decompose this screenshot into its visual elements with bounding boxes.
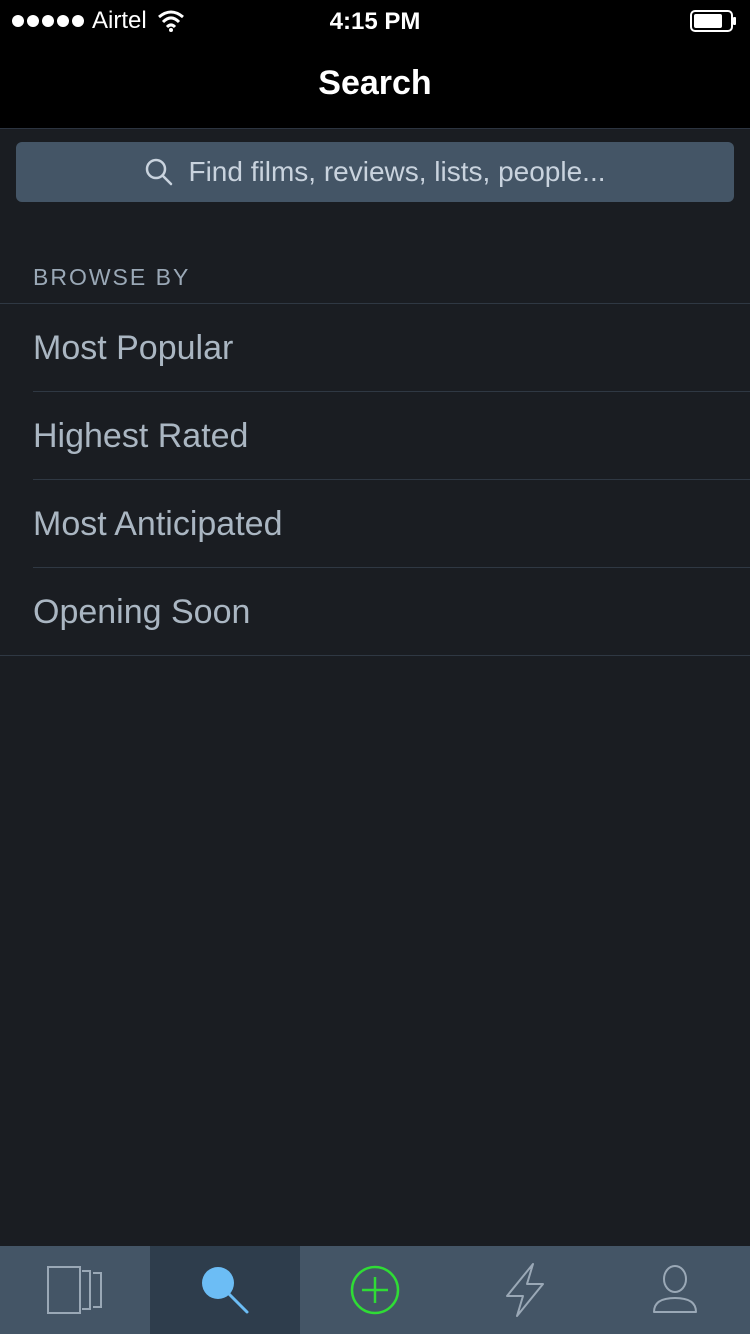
browse-item-opening-soon[interactable]: Opening Soon: [33, 568, 750, 656]
status-bar: Airtel 4:15 PM: [0, 0, 750, 40]
browse-item-most-anticipated[interactable]: Most Anticipated: [33, 480, 750, 568]
browse-item-highest-rated[interactable]: Highest Rated: [33, 392, 750, 480]
browse-item-label: Most Popular: [33, 328, 234, 367]
search-icon: [202, 1267, 249, 1314]
tab-profile[interactable]: [600, 1246, 750, 1334]
add-icon: [350, 1265, 400, 1315]
browse-item-label: Opening Soon: [33, 592, 251, 631]
tab-bar: [0, 1246, 750, 1334]
profile-icon: [653, 1265, 697, 1313]
search-placeholder: Find films, reviews, lists, people...: [188, 156, 606, 187]
battery-icon: [690, 10, 736, 32]
divider: [0, 655, 750, 656]
status-time: 4:15 PM: [329, 8, 421, 35]
page-title: Search: [318, 64, 432, 102]
browse-item-label: Most Anticipated: [33, 504, 283, 543]
browse-item-most-popular[interactable]: Most Popular: [33, 304, 750, 392]
tab-search[interactable]: [150, 1246, 300, 1334]
tab-activity[interactable]: [450, 1246, 600, 1334]
search-input[interactable]: Find films, reviews, lists, people...: [16, 142, 734, 202]
tab-films[interactable]: [0, 1246, 150, 1334]
films-icon: [47, 1266, 102, 1314]
nav-bar: Search: [0, 40, 750, 129]
tab-add[interactable]: [300, 1246, 450, 1334]
browse-item-label: Highest Rated: [33, 416, 249, 455]
browse-section-header: BROWSE BY: [33, 264, 191, 290]
activity-icon: [506, 1263, 544, 1317]
search-icon: [146, 158, 173, 186]
search-screen: Airtel 4:15 PM Search Find films, review…: [0, 0, 750, 1334]
